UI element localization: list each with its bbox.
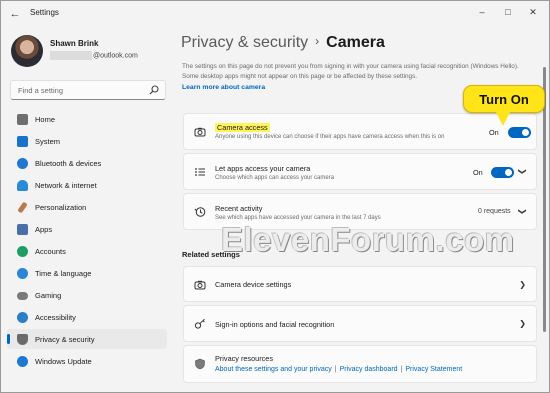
update-icon [17,356,28,367]
sidebar-item-label: Bluetooth & devices [35,159,102,168]
history-icon [194,206,206,218]
sidebar-item-label: Accounts [35,247,66,256]
breadcrumb-parent[interactable]: Privacy & security [181,34,308,51]
home-icon [17,114,28,125]
shield-icon [194,358,206,370]
chevron-right-icon: ❯ [519,319,526,328]
search-input[interactable]: Find a setting [10,80,166,100]
arrow-left-icon: ← [9,8,21,20]
sidebar-item-label: Personalization [35,203,87,212]
sidebar-item-label: Privacy & security [35,335,95,344]
maximize-button[interactable]: □ [500,5,516,19]
intro-text: The settings on this page do not prevent… [182,63,519,80]
sidebar-item-gaming[interactable]: Gaming [7,285,167,305]
sidebar-item-apps[interactable]: Apps [7,219,167,239]
sidebar-item-network[interactable]: Network & internet [7,175,167,195]
camera-icon [194,126,206,138]
minimize-button[interactable]: – [474,5,490,19]
sidebar-item-windows-update[interactable]: Windows Update [7,351,167,371]
sidebar-item-privacy-security[interactable]: Privacy & security [7,329,167,349]
sidebar-item-system[interactable]: System [7,131,167,151]
sidebar-item-accessibility[interactable]: Accessibility [7,307,167,327]
link-separator: | [334,366,337,373]
camera-access-label: Camera access [215,123,270,132]
breadcrumb: Privacy & security › Camera [181,34,385,52]
sidebar-item-bluetooth[interactable]: Bluetooth & devices [7,153,167,173]
camera-icon [194,279,206,291]
camera-access-title: Camera access [215,123,270,132]
close-button[interactable]: ✕ [525,5,541,19]
camera-access-card: Camera access Anyone using this device c… [183,113,537,150]
globe-clock-icon [17,268,28,279]
chevron-down-icon[interactable]: ❯ [518,208,527,215]
system-icon [17,136,28,147]
apps-access-state: On [473,168,483,177]
email-suffix: @outlook.com [93,52,138,60]
controller-icon [17,292,28,300]
sidebar-item-label: Windows Update [35,357,92,366]
link-separator: | [400,366,403,373]
watermark: ElevenForum.com [221,221,515,258]
sidebar-item-label: Apps [35,225,53,234]
camera-device-settings-title: Camera device settings [215,280,292,289]
avatar [11,35,43,67]
sidebar-item-label: Time & language [35,269,92,278]
settings-window: ← Settings – □ ✕ Shawn Brink @outlook.co… [0,0,550,393]
selection-indicator [7,334,10,344]
bluetooth-icon [17,158,28,169]
chevron-right-icon: ❯ [519,280,526,289]
apps-access-toggle[interactable] [491,167,514,178]
privacy-resources-title: Privacy resources [215,354,273,363]
person-icon [17,246,28,257]
app-title: Settings [30,8,59,17]
chevron-down-icon[interactable]: ❯ [518,168,527,175]
user-email: @outlook.com [50,51,138,60]
recent-activity-count: 0 requests [478,208,511,215]
privacy-statement-link[interactable]: Privacy Statement [405,366,462,373]
title-bar: ← Settings – □ ✕ [1,1,549,27]
sign-in-options-card[interactable]: Sign-in options and facial recognition ❯ [183,305,537,342]
privacy-dashboard-link[interactable]: Privacy dashboard [340,366,398,373]
sidebar-item-label: Gaming [35,291,62,300]
camera-access-toggle[interactable] [508,127,531,138]
camera-access-description: Anyone using this device can choose if t… [215,134,445,140]
turn-on-callout: Turn On [463,85,545,113]
sidebar-item-label: Home [35,115,56,124]
recent-activity-title: Recent activity [215,204,263,213]
paintbrush-icon [17,201,28,214]
redacted-email-block [50,51,92,60]
page-title: Camera [326,34,385,51]
back-button[interactable]: ← [8,7,22,21]
wifi-icon [17,180,28,191]
shield-icon [17,334,28,345]
privacy-resources-card: Privacy resources About these settings a… [183,345,537,383]
sidebar-item-time-language[interactable]: Time & language [7,263,167,283]
key-icon [194,318,206,330]
user-name: Shawn Brink [50,39,99,48]
sign-in-options-title: Sign-in options and facial recognition [215,320,335,329]
about-privacy-link[interactable]: About these settings and your privacy [215,366,332,373]
accessibility-icon [17,312,28,323]
sidebar-item-label: Accessibility [35,313,76,322]
apps-access-description: Choose which apps can access your camera [215,175,335,181]
apps-access-title: Let apps access your camera [215,164,311,173]
sidebar-item-label: Network & internet [35,181,97,190]
callout-pointer [496,112,510,126]
learn-more-link[interactable]: Learn more about camera [182,84,265,91]
search-placeholder: Find a setting [18,86,64,95]
sidebar-item-accounts[interactable]: Accounts [7,241,167,261]
apps-icon [17,224,28,235]
search-icon [149,85,159,95]
sidebar-item-label: System [35,137,61,146]
sidebar-item-personalization[interactable]: Personalization [7,197,167,217]
camera-device-settings-card[interactable]: Camera device settings ❯ [183,266,537,302]
breadcrumb-separator: › [315,34,320,48]
camera-access-state: On [489,128,499,137]
list-icon [194,166,206,178]
apps-access-card[interactable]: Let apps access your camera Choose which… [183,153,537,190]
sidebar-item-home[interactable]: Home [7,109,167,129]
privacy-resources-links: About these settings and your privacy | Pr… [215,366,462,373]
